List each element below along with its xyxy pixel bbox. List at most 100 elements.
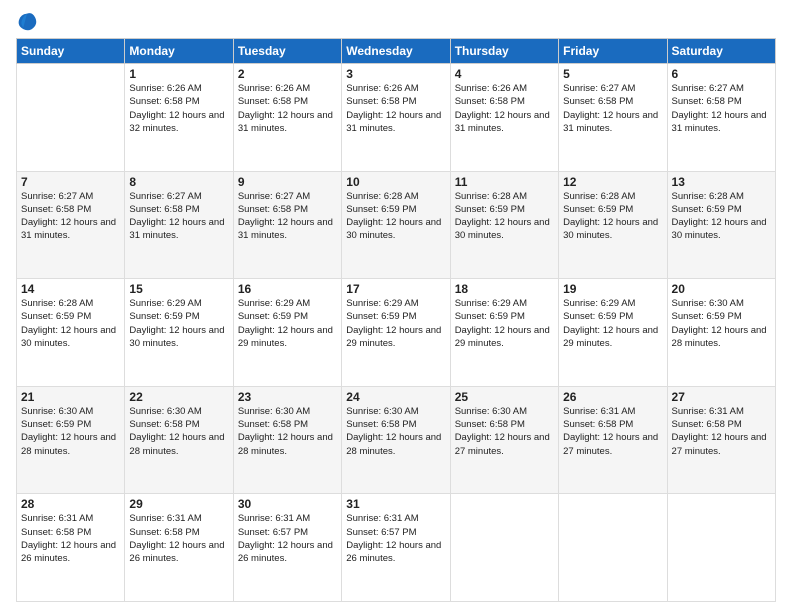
week-row-2: 7Sunrise: 6:27 AMSunset: 6:58 PMDaylight… [17,171,776,279]
day-cell: 27Sunrise: 6:31 AMSunset: 6:58 PMDayligh… [667,386,775,494]
day-info: Sunrise: 6:27 AMSunset: 6:58 PMDaylight:… [672,82,771,135]
day-info: Sunrise: 6:29 AMSunset: 6:59 PMDaylight:… [129,297,228,350]
day-number: 8 [129,175,228,189]
day-number: 7 [21,175,120,189]
day-header-wednesday: Wednesday [342,39,450,64]
day-number: 3 [346,67,445,81]
day-number: 27 [672,390,771,404]
day-number: 13 [672,175,771,189]
day-number: 15 [129,282,228,296]
day-info: Sunrise: 6:26 AMSunset: 6:58 PMDaylight:… [455,82,554,135]
day-number: 17 [346,282,445,296]
day-number: 19 [563,282,662,296]
day-cell: 10Sunrise: 6:28 AMSunset: 6:59 PMDayligh… [342,171,450,279]
day-cell: 17Sunrise: 6:29 AMSunset: 6:59 PMDayligh… [342,279,450,387]
page: SundayMondayTuesdayWednesdayThursdayFrid… [0,0,792,612]
week-row-4: 21Sunrise: 6:30 AMSunset: 6:59 PMDayligh… [17,386,776,494]
day-cell: 15Sunrise: 6:29 AMSunset: 6:59 PMDayligh… [125,279,233,387]
week-row-1: 1 Sunrise: 6:26 AMSunset: 6:58 PMDaylight… [17,64,776,172]
day-cell: 6Sunrise: 6:27 AMSunset: 6:58 PMDaylight… [667,64,775,172]
day-info: Sunrise: 6:26 AMSunset: 6:58 PMDaylight:… [238,82,337,135]
day-number: 22 [129,390,228,404]
day-number: 31 [346,497,445,511]
week-row-5: 28Sunrise: 6:31 AMSunset: 6:58 PMDayligh… [17,494,776,602]
day-cell: 3Sunrise: 6:26 AMSunset: 6:58 PMDaylight… [342,64,450,172]
day-cell: 12Sunrise: 6:28 AMSunset: 6:59 PMDayligh… [559,171,667,279]
day-number: 24 [346,390,445,404]
day-number: 2 [238,67,337,81]
day-cell [667,494,775,602]
day-number: 11 [455,175,554,189]
header [16,10,776,32]
day-number: 25 [455,390,554,404]
day-info: Sunrise: 6:27 AMSunset: 6:58 PMDaylight:… [563,82,662,135]
day-cell: 30Sunrise: 6:31 AMSunset: 6:57 PMDayligh… [233,494,341,602]
day-number: 12 [563,175,662,189]
day-number: 16 [238,282,337,296]
day-cell: 19Sunrise: 6:29 AMSunset: 6:59 PMDayligh… [559,279,667,387]
day-cell: 23Sunrise: 6:30 AMSunset: 6:58 PMDayligh… [233,386,341,494]
logo-icon [16,10,38,32]
day-info: Sunrise: 6:28 AMSunset: 6:59 PMDaylight:… [563,190,662,243]
day-number: 30 [238,497,337,511]
day-info: Sunrise: 6:28 AMSunset: 6:59 PMDaylight:… [672,190,771,243]
day-info: Sunrise: 6:31 AMSunset: 6:58 PMDaylight:… [21,512,120,565]
day-info: Sunrise: 6:29 AMSunset: 6:59 PMDaylight:… [455,297,554,350]
day-number: 21 [21,390,120,404]
day-info: Sunrise: 6:30 AMSunset: 6:58 PMDaylight:… [455,405,554,458]
day-cell: 8Sunrise: 6:27 AMSunset: 6:58 PMDaylight… [125,171,233,279]
day-cell: 14Sunrise: 6:28 AMSunset: 6:59 PMDayligh… [17,279,125,387]
day-header-monday: Monday [125,39,233,64]
day-cell [559,494,667,602]
day-info: Sunrise: 6:31 AMSunset: 6:57 PMDaylight:… [238,512,337,565]
day-cell: 5Sunrise: 6:27 AMSunset: 6:58 PMDaylight… [559,64,667,172]
day-cell: 25Sunrise: 6:30 AMSunset: 6:58 PMDayligh… [450,386,558,494]
day-cell: 21Sunrise: 6:30 AMSunset: 6:59 PMDayligh… [17,386,125,494]
day-info: Sunrise: 6:30 AMSunset: 6:59 PMDaylight:… [21,405,120,458]
day-cell: 7Sunrise: 6:27 AMSunset: 6:58 PMDaylight… [17,171,125,279]
day-info: Sunrise: 6:28 AMSunset: 6:59 PMDaylight:… [455,190,554,243]
day-number: 28 [21,497,120,511]
day-header-saturday: Saturday [667,39,775,64]
day-number: 14 [21,282,120,296]
day-cell [17,64,125,172]
day-header-sunday: Sunday [17,39,125,64]
day-info: Sunrise: 6:26 AMSunset: 6:58 PMDaylight:… [346,82,445,135]
day-cell: 13Sunrise: 6:28 AMSunset: 6:59 PMDayligh… [667,171,775,279]
day-info: Sunrise: 6:30 AMSunset: 6:58 PMDaylight:… [346,405,445,458]
day-info: Sunrise: 6:29 AMSunset: 6:59 PMDaylight:… [563,297,662,350]
day-number: 18 [455,282,554,296]
day-cell [450,494,558,602]
day-cell: 29Sunrise: 6:31 AMSunset: 6:58 PMDayligh… [125,494,233,602]
day-info: Sunrise: 6:28 AMSunset: 6:59 PMDaylight:… [346,190,445,243]
day-cell: 2Sunrise: 6:26 AMSunset: 6:58 PMDaylight… [233,64,341,172]
day-number: 5 [563,67,662,81]
day-cell: 26Sunrise: 6:31 AMSunset: 6:58 PMDayligh… [559,386,667,494]
day-info: Sunrise: 6:31 AMSunset: 6:58 PMDaylight:… [129,512,228,565]
day-cell: 16Sunrise: 6:29 AMSunset: 6:59 PMDayligh… [233,279,341,387]
day-info: Sunrise: 6:27 AMSunset: 6:58 PMDaylight:… [21,190,120,243]
day-info: Sunrise: 6:30 AMSunset: 6:58 PMDaylight:… [129,405,228,458]
calendar-table: SundayMondayTuesdayWednesdayThursdayFrid… [16,38,776,602]
day-cell: 20Sunrise: 6:30 AMSunset: 6:59 PMDayligh… [667,279,775,387]
day-number: 10 [346,175,445,189]
day-number: 1 [129,67,228,81]
day-info: Sunrise: 6:30 AMSunset: 6:58 PMDaylight:… [238,405,337,458]
day-info: Sunrise: 6:28 AMSunset: 6:59 PMDaylight:… [21,297,120,350]
day-cell: 31Sunrise: 6:31 AMSunset: 6:57 PMDayligh… [342,494,450,602]
day-info: Sunrise: 6:29 AMSunset: 6:59 PMDaylight:… [346,297,445,350]
day-number: 4 [455,67,554,81]
day-info: Sunrise: 6:30 AMSunset: 6:59 PMDaylight:… [672,297,771,350]
day-cell: 1Sunrise: 6:26 AMSunset: 6:58 PMDaylight… [125,64,233,172]
day-number: 29 [129,497,228,511]
day-number: 20 [672,282,771,296]
day-number: 6 [672,67,771,81]
day-info: Sunrise: 6:27 AMSunset: 6:58 PMDaylight:… [238,190,337,243]
day-number: 23 [238,390,337,404]
day-cell: 24Sunrise: 6:30 AMSunset: 6:58 PMDayligh… [342,386,450,494]
day-info: Sunrise: 6:29 AMSunset: 6:59 PMDaylight:… [238,297,337,350]
day-cell: 18Sunrise: 6:29 AMSunset: 6:59 PMDayligh… [450,279,558,387]
day-number: 26 [563,390,662,404]
logo [16,10,42,32]
day-info: Sunrise: 6:27 AMSunset: 6:58 PMDaylight:… [129,190,228,243]
